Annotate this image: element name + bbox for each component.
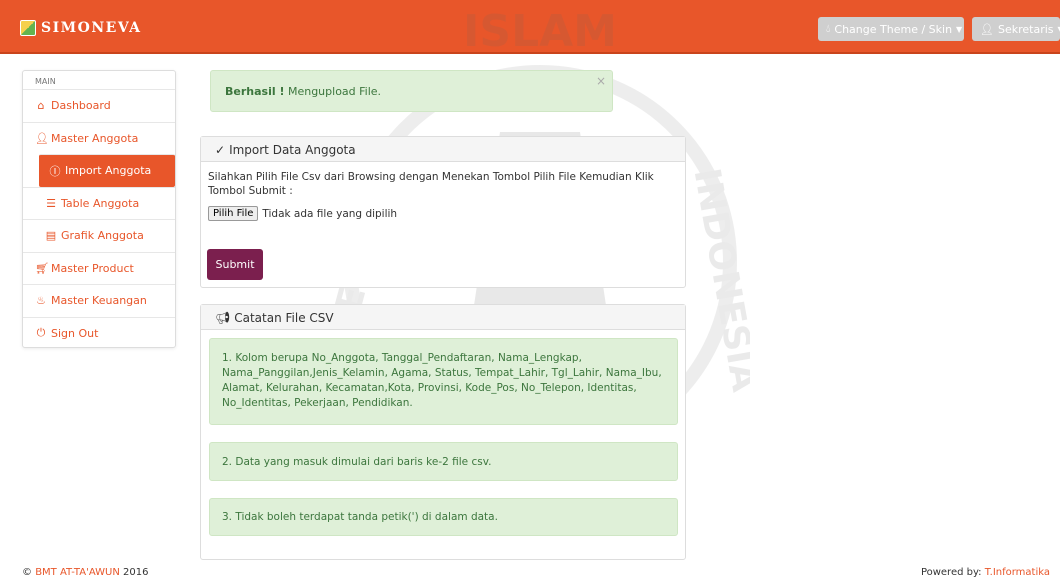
- footer-powered-by: Powered by: T.Informatika: [921, 567, 1050, 578]
- csv-note: 2. Data yang masuk dimulai dari baris ke…: [209, 442, 678, 481]
- sidebar-item-grafik-anggota[interactable]: ▤ Grafik Anggota: [23, 219, 175, 252]
- csv-notes-header: 📢︎ Catatan File CSV: [201, 305, 685, 330]
- watermark-text-right: INDONESIA: [686, 165, 750, 395]
- footer-copyright: © BMT AT-TA'AWUN 2016: [22, 567, 148, 578]
- csv-note: 3. Tidak boleh terdapat tanda petik(') d…: [209, 498, 678, 536]
- csv-note: 1. Kolom berupa No_Anggota, Tanggal_Pend…: [209, 338, 678, 425]
- csv-notes-panel: 📢︎ Catatan File CSV 1. Kolom berupa No_A…: [200, 304, 686, 560]
- user-menu-button[interactable]: 👤︎ Sekretaris ▼: [972, 17, 1060, 41]
- sidebar-heading: MAIN: [35, 77, 56, 86]
- brand-name: SIMONEVA: [41, 20, 142, 36]
- sidebar-item-label: Import Anggota: [65, 164, 152, 178]
- sidebar-item-sign-out[interactable]: ⏻ Sign Out: [23, 316, 175, 350]
- sidebar-item-label: Dashboard: [51, 99, 111, 113]
- bullhorn-icon: 📢︎: [215, 311, 231, 325]
- powered-prefix: Powered by:: [920, 567, 985, 578]
- sidebar-item-label: Master Anggota: [51, 131, 139, 145]
- sidebar-item-master-product[interactable]: 🛒︎ Master Product: [23, 251, 175, 285]
- import-panel-title: Import Data Anggota: [229, 143, 356, 157]
- table-icon: ▤: [45, 229, 57, 243]
- sidebar-item-label: Table Anggota: [61, 196, 140, 210]
- fire-icon: ♨: [36, 294, 46, 308]
- sidebar-item-table-anggota[interactable]: ☰ Table Anggota: [23, 186, 175, 220]
- user-icon: 👤︎: [35, 131, 49, 145]
- caret-down-icon: ▼: [956, 24, 963, 34]
- import-panel-header: ✓ Import Data Anggota: [201, 137, 685, 162]
- brand-logo-icon: [20, 20, 36, 36]
- top-navbar: SIMONEVA 💧︎ Change Theme / Skin ▼ 👤︎ Sek…: [0, 0, 1060, 54]
- csv-notes-title: Catatan File CSV: [234, 311, 334, 325]
- alert-strong: Berhasil !: [225, 85, 285, 98]
- file-input[interactable]: Pilih File Tidak ada file yang dipilih: [208, 206, 397, 221]
- alert-message: Mengupload File.: [284, 85, 382, 98]
- copyright-prefix: ©: [22, 567, 36, 578]
- copyright-year: 2016: [119, 567, 149, 578]
- sidebar-item-label: Grafik Anggota: [61, 229, 144, 243]
- cart-icon: 🛒︎: [35, 261, 49, 275]
- powered-by-link[interactable]: T.Informatika: [985, 567, 1050, 578]
- file-status: Tidak ada file yang dipilih: [262, 207, 398, 220]
- user-icon: 👤︎: [980, 22, 994, 36]
- droplet-icon: 💧︎: [826, 22, 831, 35]
- user-menu-label: Sekretaris: [997, 22, 1054, 36]
- change-theme-label: Change Theme / Skin: [834, 22, 953, 36]
- sidebar-item-master-anggota[interactable]: 👤︎ Master Anggota: [23, 121, 175, 155]
- choose-file-button[interactable]: Pilih File: [208, 206, 259, 221]
- sidebar-item-label: Master Product: [51, 261, 134, 275]
- sidebar-item-label: Master Keuangan: [51, 294, 147, 308]
- org-link[interactable]: BMT AT-TA'AWUN: [35, 567, 120, 578]
- sidebar-item-dashboard[interactable]: ⌂ Dashboard: [23, 89, 175, 122]
- success-alert: Berhasil ! Mengupload File. ×: [210, 70, 613, 112]
- sidebar-item-import-anggota[interactable]: Ⓘ Import Anggota: [39, 154, 175, 187]
- sidebar-item-master-keuangan[interactable]: ♨ Master Keuangan: [23, 284, 175, 317]
- home-icon: ⌂: [37, 99, 45, 113]
- submit-button[interactable]: Submit: [207, 249, 263, 280]
- change-theme-button[interactable]: 💧︎ Change Theme / Skin ▼: [818, 17, 964, 41]
- power-icon: ⏻: [36, 326, 46, 340]
- upload-circle-icon: Ⓘ: [49, 164, 61, 178]
- close-icon[interactable]: ×: [596, 74, 606, 88]
- sidebar: MAIN ⌂ Dashboard 👤︎ Master Anggota Ⓘ Imp…: [22, 70, 176, 348]
- list-icon: ☰: [46, 196, 56, 210]
- import-instructions: Silahkan Pilih File Csv dari Browsing de…: [208, 171, 654, 197]
- edit-check-icon: ✓: [215, 143, 226, 157]
- sidebar-item-label: Sign Out: [51, 326, 99, 340]
- brand[interactable]: SIMONEVA: [20, 17, 141, 39]
- import-panel: ✓ Import Data Anggota Silahkan Pilih Fil…: [200, 136, 686, 288]
